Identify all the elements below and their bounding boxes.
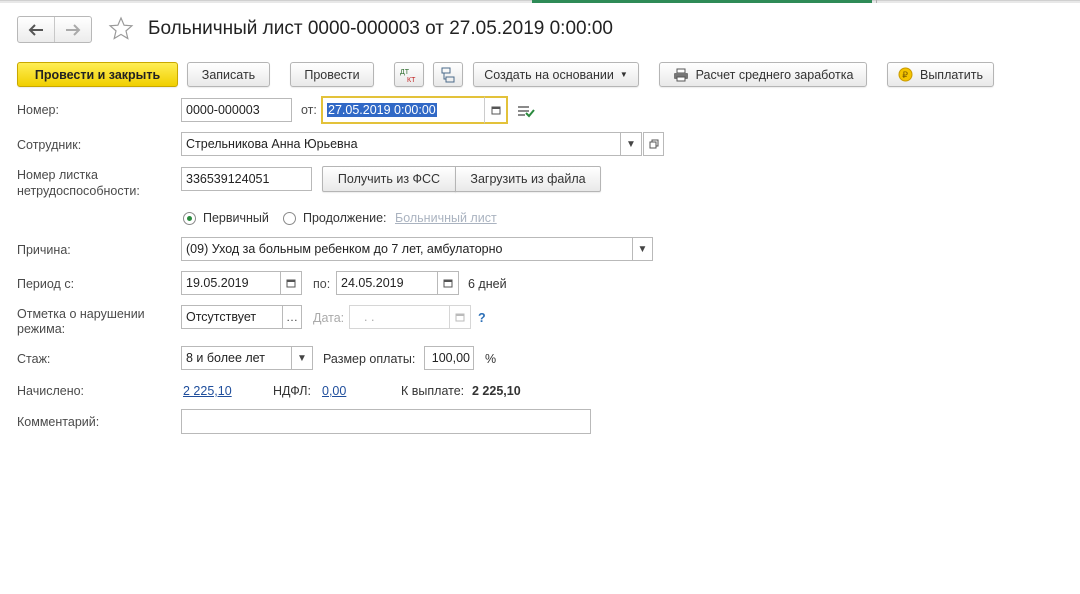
svg-text:₽: ₽ [902, 70, 908, 80]
printer-icon [673, 68, 688, 81]
arrow-left-icon [28, 23, 43, 36]
create-based-on-button[interactable]: Создать на основании ▼ [473, 62, 639, 87]
accrued-label: Начислено: [17, 384, 85, 398]
comment-label: Комментарий: [17, 415, 100, 429]
history-nav [17, 16, 92, 43]
ndfl-link[interactable]: 0,00 [322, 384, 346, 399]
period-to-calendar-button[interactable] [437, 271, 459, 295]
period-from-label: Период с: [17, 277, 75, 291]
period-to-field[interactable]: 24.05.2019 [336, 271, 438, 295]
pay-label: Выплатить [919, 67, 983, 82]
to-pay-label: К выплате: [401, 384, 465, 398]
reason-field[interactable]: (09) Уход за больным ребенком до 7 лет, … [181, 237, 633, 261]
pay-button[interactable]: ₽ Выплатить [887, 62, 994, 87]
avg-earnings-button[interactable]: Расчет среднего заработка [659, 62, 867, 87]
period-from-field[interactable]: 19.05.2019 [181, 271, 281, 295]
number-label: Номер: [17, 103, 59, 117]
violation-date-label: Дата: [313, 311, 345, 325]
calendar-icon [286, 279, 296, 288]
employee-dropdown-button[interactable]: ▼ [620, 132, 642, 156]
open-window-icon [649, 139, 658, 149]
violation-select-button[interactable]: … [282, 305, 302, 329]
violation-date-field[interactable]: . . [349, 305, 450, 329]
sheet-number-label-line1: Номер листка [17, 168, 98, 182]
dropdown-arrow-icon: ▼ [619, 70, 628, 79]
dt-kt-icon: ДТ КТ [400, 69, 416, 84]
back-button[interactable] [18, 17, 54, 42]
pay-size-field[interactable]: 100,00 [424, 346, 474, 370]
employee-field[interactable]: Стрельникова Анна Юрьевна [181, 132, 621, 156]
svg-text:КТ: КТ [407, 77, 416, 84]
dropdown-arrow-icon: ▼ [637, 243, 648, 255]
dropdown-arrow-icon: ▼ [297, 352, 307, 364]
violation-label-line2: режима: [17, 322, 66, 336]
avg-earnings-label: Расчет среднего заработка [695, 67, 854, 82]
date-value: 27.05.2019 0:00:00 [327, 103, 437, 117]
date-calendar-button[interactable] [484, 96, 508, 124]
structure-button[interactable] [433, 62, 463, 87]
posted-status-icon[interactable] [517, 104, 535, 118]
sheet-number-field[interactable]: 336539124051 [181, 167, 312, 191]
dropdown-arrow-icon: ▼ [626, 138, 636, 150]
help-icon[interactable]: ? [478, 311, 486, 326]
continuation-radio[interactable] [283, 212, 296, 225]
experience-field[interactable]: 8 и более лет [181, 346, 292, 370]
post-and-close-button[interactable]: Провести и закрыть [17, 62, 178, 87]
reason-dropdown-button[interactable]: ▼ [632, 237, 653, 261]
primary-radio[interactable] [183, 212, 196, 225]
calendar-icon [443, 279, 453, 288]
sheet-number-label-line2: нетрудоспособности: [17, 184, 140, 198]
date-field[interactable]: 27.05.2019 0:00:00 [321, 96, 486, 124]
arrow-right-icon [66, 23, 81, 36]
accrued-link[interactable]: 2 225,10 [183, 384, 232, 399]
continuation-radio-label: Продолжение: [303, 211, 387, 225]
period-from-calendar-button[interactable] [280, 271, 302, 295]
violation-label-line1: Отметка о нарушении [17, 307, 145, 321]
reason-label: Причина: [17, 243, 71, 257]
violation-date-calendar-button[interactable] [449, 305, 471, 329]
create-based-on-label: Создать на основании [484, 67, 614, 82]
calendar-icon [455, 313, 465, 322]
page-title: Больничный лист 0000-000003 от 27.05.201… [148, 18, 613, 39]
load-from-file-button[interactable]: Загрузить из файла [455, 166, 601, 192]
document-structure-icon [441, 67, 455, 82]
top-tab-strip [0, 0, 1080, 3]
ndfl-label: НДФЛ: [273, 384, 311, 398]
ellipsis-icon: … [286, 310, 298, 324]
primary-radio-label: Первичный [203, 211, 269, 225]
get-from-fss-button[interactable]: Получить из ФСС [322, 166, 456, 192]
period-days: 6 дней [468, 277, 507, 291]
pay-size-label: Размер оплаты: [323, 352, 416, 366]
date-label: от: [301, 103, 317, 117]
dt-kt-button[interactable]: ДТ КТ [394, 62, 424, 87]
violation-field[interactable]: Отсутствует [181, 305, 283, 329]
to-pay-value: 2 225,10 [472, 384, 521, 398]
period-to-label: по: [313, 277, 331, 291]
comment-field[interactable] [181, 409, 591, 434]
employee-open-button[interactable] [643, 132, 664, 156]
continuation-link[interactable]: Больничный лист [395, 211, 497, 226]
number-field[interactable]: 0000-000003 [181, 98, 292, 122]
favorite-star-icon[interactable] [108, 16, 134, 42]
employee-label: Сотрудник: [17, 138, 82, 152]
experience-label: Стаж: [17, 352, 51, 366]
save-button[interactable]: Записать [187, 62, 270, 87]
post-button[interactable]: Провести [290, 62, 374, 87]
percent-sign: % [485, 352, 497, 366]
svg-text:ДТ: ДТ [400, 69, 410, 76]
ruble-coin-icon: ₽ [898, 67, 913, 82]
experience-dropdown-button[interactable]: ▼ [291, 346, 313, 370]
forward-button[interactable] [54, 17, 91, 42]
calendar-icon [491, 106, 500, 115]
